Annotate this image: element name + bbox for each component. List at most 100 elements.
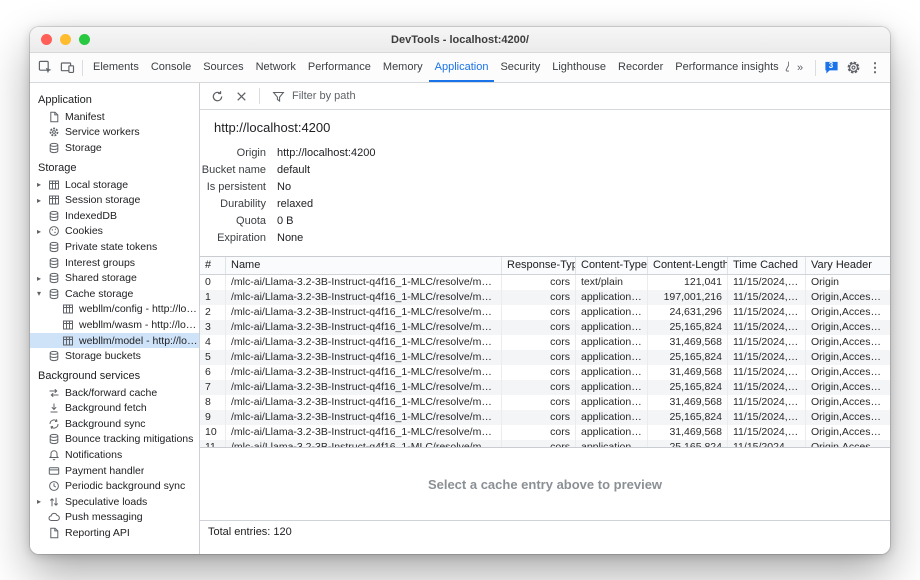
meta-value-durability: relaxed — [277, 198, 313, 210]
tab-console[interactable]: Console — [145, 53, 197, 82]
meta-value-expiration: None — [277, 232, 303, 244]
sidebar-item-storage[interactable]: Storage — [30, 140, 199, 156]
tab-memory[interactable]: Memory — [377, 53, 429, 82]
sidebar-item-storage-buckets[interactable]: Storage buckets — [30, 348, 199, 364]
sidebar-item-session-storage[interactable]: ▸Session storage — [30, 192, 199, 208]
cache-meta-row: Originhttp://localhost:4200 — [200, 144, 890, 161]
settings-gear-icon[interactable] — [842, 56, 864, 80]
column-header-vary-header[interactable]: Vary Header — [806, 257, 890, 274]
caret-right-icon[interactable]: ▸ — [37, 497, 47, 506]
tab-network[interactable]: Network — [250, 53, 302, 82]
column-header-[interactable]: # — [200, 257, 226, 274]
cell-response-type: cors — [502, 275, 576, 290]
mac-titlebar: DevTools - localhost:4200/ — [30, 27, 890, 53]
device-toolbar-icon[interactable] — [56, 56, 78, 80]
column-header-content-type[interactable]: Content-Type — [576, 257, 648, 274]
sidebar-item-local-storage[interactable]: ▸Local storage — [30, 177, 199, 193]
sidebar-item-private-state-tokens[interactable]: Private state tokens — [30, 239, 199, 255]
issues-count-icon[interactable]: 3 — [820, 56, 842, 80]
sidebar-item-label: Bounce tracking mitigations — [65, 433, 193, 445]
sidebar-item-notifications[interactable]: Notifications — [30, 447, 199, 463]
cell-vary-header: Origin,Access… — [806, 365, 890, 380]
sidebar-item-reporting-api[interactable]: Reporting API — [30, 525, 199, 541]
cell-response-type: cors — [502, 365, 576, 380]
sidebar-item-speculative-loads[interactable]: ▸Speculative loads — [30, 494, 199, 510]
cell-content-length: 25,165,824 — [648, 350, 728, 365]
column-header-time-cached[interactable]: Time Cached — [728, 257, 806, 274]
more-tabs-icon[interactable]: » — [789, 56, 811, 80]
sidebar-item-webllm-model-http-loc[interactable]: webllm/model - http://loc… — [30, 333, 199, 349]
table-row[interactable]: 7/mlc-ai/Llama-3.2-3B-Instruct-q4f16_1-M… — [200, 380, 890, 395]
inspect-element-icon[interactable] — [34, 56, 56, 80]
caret-right-icon[interactable]: ▸ — [37, 196, 47, 205]
sidebar-item-periodic-background-sync[interactable]: Periodic background sync — [30, 478, 199, 494]
table-row[interactable]: 10/mlc-ai/Llama-3.2-3B-Instruct-q4f16_1-… — [200, 425, 890, 440]
kebab-menu-icon[interactable]: ⋮ — [864, 56, 886, 80]
tab-sources[interactable]: Sources — [197, 53, 249, 82]
tab-security[interactable]: Security — [494, 53, 546, 82]
application-sidebar: ApplicationManifestService workersStorag… — [30, 83, 200, 554]
issues-count: 3 — [820, 61, 842, 70]
sidebar-item-cache-storage[interactable]: ▾Cache storage — [30, 286, 199, 302]
zoom-window-button[interactable] — [79, 34, 90, 45]
sidebar-item-background-sync[interactable]: Background sync — [30, 416, 199, 432]
tab-performance-insights[interactable]: Performance insights — [669, 53, 789, 82]
tab-elements[interactable]: Elements — [87, 53, 145, 82]
minimize-window-button[interactable] — [60, 34, 71, 45]
table-icon — [47, 179, 60, 191]
sidebar-item-bounce-tracking-mitigations[interactable]: Bounce tracking mitigations — [30, 432, 199, 448]
column-header-content-length[interactable]: Content-Length — [648, 257, 728, 274]
sidebar-item-manifest[interactable]: Manifest — [30, 109, 199, 125]
tab-recorder[interactable]: Recorder — [612, 53, 669, 82]
sidebar-item-payment-handler[interactable]: Payment handler — [30, 463, 199, 479]
cell-content-type: application/oc… — [576, 425, 648, 440]
caret-down-icon[interactable]: ▾ — [37, 289, 47, 298]
filter-by-path-input[interactable] — [292, 90, 502, 102]
delete-selected-icon[interactable] — [231, 86, 251, 106]
sidebar-item-label: webllm/wasm - http://loca… — [79, 319, 199, 331]
cell-name: /mlc-ai/Llama-3.2-3B-Instruct-q4f16_1-ML… — [226, 335, 502, 350]
tab-label: Console — [151, 61, 191, 73]
table-row[interactable]: 1/mlc-ai/Llama-3.2-3B-Instruct-q4f16_1-M… — [200, 290, 890, 305]
sidebar-item-interest-groups[interactable]: Interest groups — [30, 255, 199, 271]
cell-content-length: 31,469,568 — [648, 395, 728, 410]
column-header-name[interactable]: Name — [226, 257, 502, 274]
cell-time-cached: 11/15/2024, 10… — [728, 410, 806, 425]
toolbar-right-cluster: » 3 ⋮ — [789, 56, 886, 80]
meta-value-is-persistent: No — [277, 181, 291, 193]
table-row[interactable]: 8/mlc-ai/Llama-3.2-3B-Instruct-q4f16_1-M… — [200, 395, 890, 410]
cell-time-cached: 11/15/2024, 10… — [728, 425, 806, 440]
sidebar-item-push-messaging[interactable]: Push messaging — [30, 510, 199, 526]
sidebar-item-service-workers[interactable]: Service workers — [30, 125, 199, 141]
sidebar-item-back-forward-cache[interactable]: Back/forward cache — [30, 385, 199, 401]
tab-application[interactable]: Application — [429, 53, 495, 82]
sidebar-item-indexeddb[interactable]: IndexedDB — [30, 208, 199, 224]
table-row[interactable]: 3/mlc-ai/Llama-3.2-3B-Instruct-q4f16_1-M… — [200, 320, 890, 335]
cell-vary-header: Origin,Access… — [806, 290, 890, 305]
tab-lighthouse[interactable]: Lighthouse — [546, 53, 612, 82]
sidebar-item-label: Shared storage — [65, 272, 137, 284]
sidebar-item-shared-storage[interactable]: ▸ Shared storage — [30, 270, 199, 286]
table-row[interactable]: 11/mlc-ai/Llama-3.2-3B-Instruct-q4f16_1-… — [200, 440, 890, 448]
close-window-button[interactable] — [41, 34, 52, 45]
caret-right-icon[interactable]: ▸ — [37, 274, 47, 283]
table-row[interactable]: 2/mlc-ai/Llama-3.2-3B-Instruct-q4f16_1-M… — [200, 305, 890, 320]
window-title: DevTools - localhost:4200/ — [30, 34, 890, 46]
preview-placeholder: Select a cache entry above to preview — [428, 477, 662, 492]
table-row[interactable]: 4/mlc-ai/Llama-3.2-3B-Instruct-q4f16_1-M… — [200, 335, 890, 350]
sidebar-item-webllm-config-http-loc[interactable]: webllm/config - http://loc… — [30, 302, 199, 318]
caret-right-icon[interactable]: ▸ — [37, 227, 47, 236]
table-row[interactable]: 9/mlc-ai/Llama-3.2-3B-Instruct-q4f16_1-M… — [200, 410, 890, 425]
column-header-response-type[interactable]: Response-Type — [502, 257, 576, 274]
table-row[interactable]: 0/mlc-ai/Llama-3.2-3B-Instruct-q4f16_1-M… — [200, 275, 890, 290]
tab-performance[interactable]: Performance — [302, 53, 377, 82]
table-row[interactable]: 5/mlc-ai/Llama-3.2-3B-Instruct-q4f16_1-M… — [200, 350, 890, 365]
caret-right-icon[interactable]: ▸ — [37, 180, 47, 189]
sidebar-item-label: Background fetch — [65, 402, 147, 414]
table-row[interactable]: 6/mlc-ai/Llama-3.2-3B-Instruct-q4f16_1-M… — [200, 365, 890, 380]
sidebar-item-cookies[interactable]: ▸Cookies — [30, 224, 199, 240]
sidebar-item-background-fetch[interactable]: Background fetch — [30, 401, 199, 417]
cache-storage-panel: http://localhost:4200 Originhttp://local… — [200, 83, 890, 554]
sidebar-item-webllm-wasm-http-loca[interactable]: webllm/wasm - http://loca… — [30, 317, 199, 333]
refresh-icon[interactable] — [207, 86, 227, 106]
